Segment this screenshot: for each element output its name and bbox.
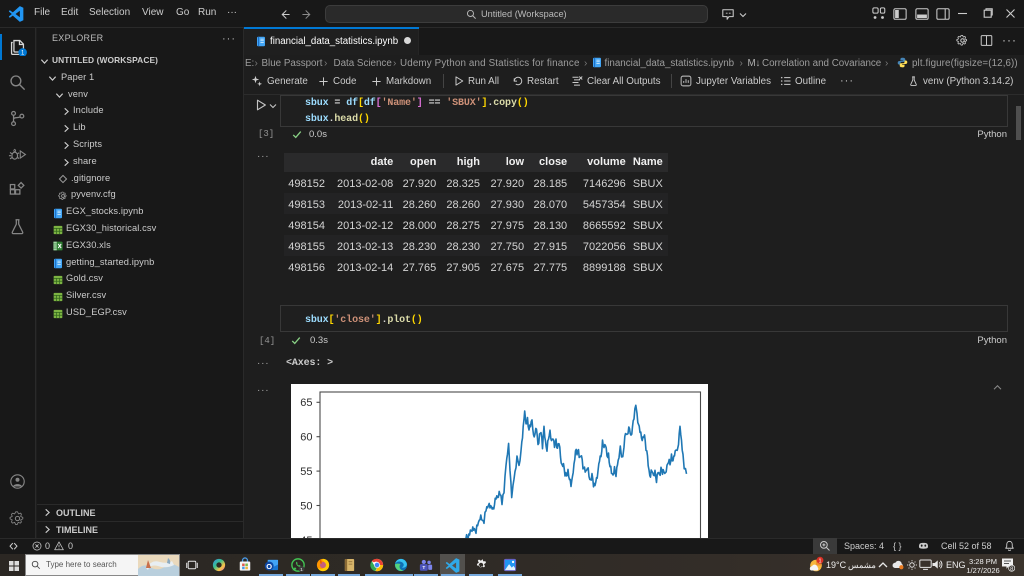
svg-text:1: 1 xyxy=(21,50,24,56)
svg-text:O: O xyxy=(266,562,272,571)
svg-text:T: T xyxy=(422,565,425,571)
svg-text:8: 8 xyxy=(1010,567,1013,573)
svg-text:60: 60 xyxy=(300,432,312,444)
svg-text:1: 1 xyxy=(818,559,821,565)
svg-text:65: 65 xyxy=(300,397,312,409)
svg-text:55: 55 xyxy=(300,466,312,478)
svg-text:50: 50 xyxy=(300,500,312,512)
svg-text:1: 1 xyxy=(300,567,303,572)
